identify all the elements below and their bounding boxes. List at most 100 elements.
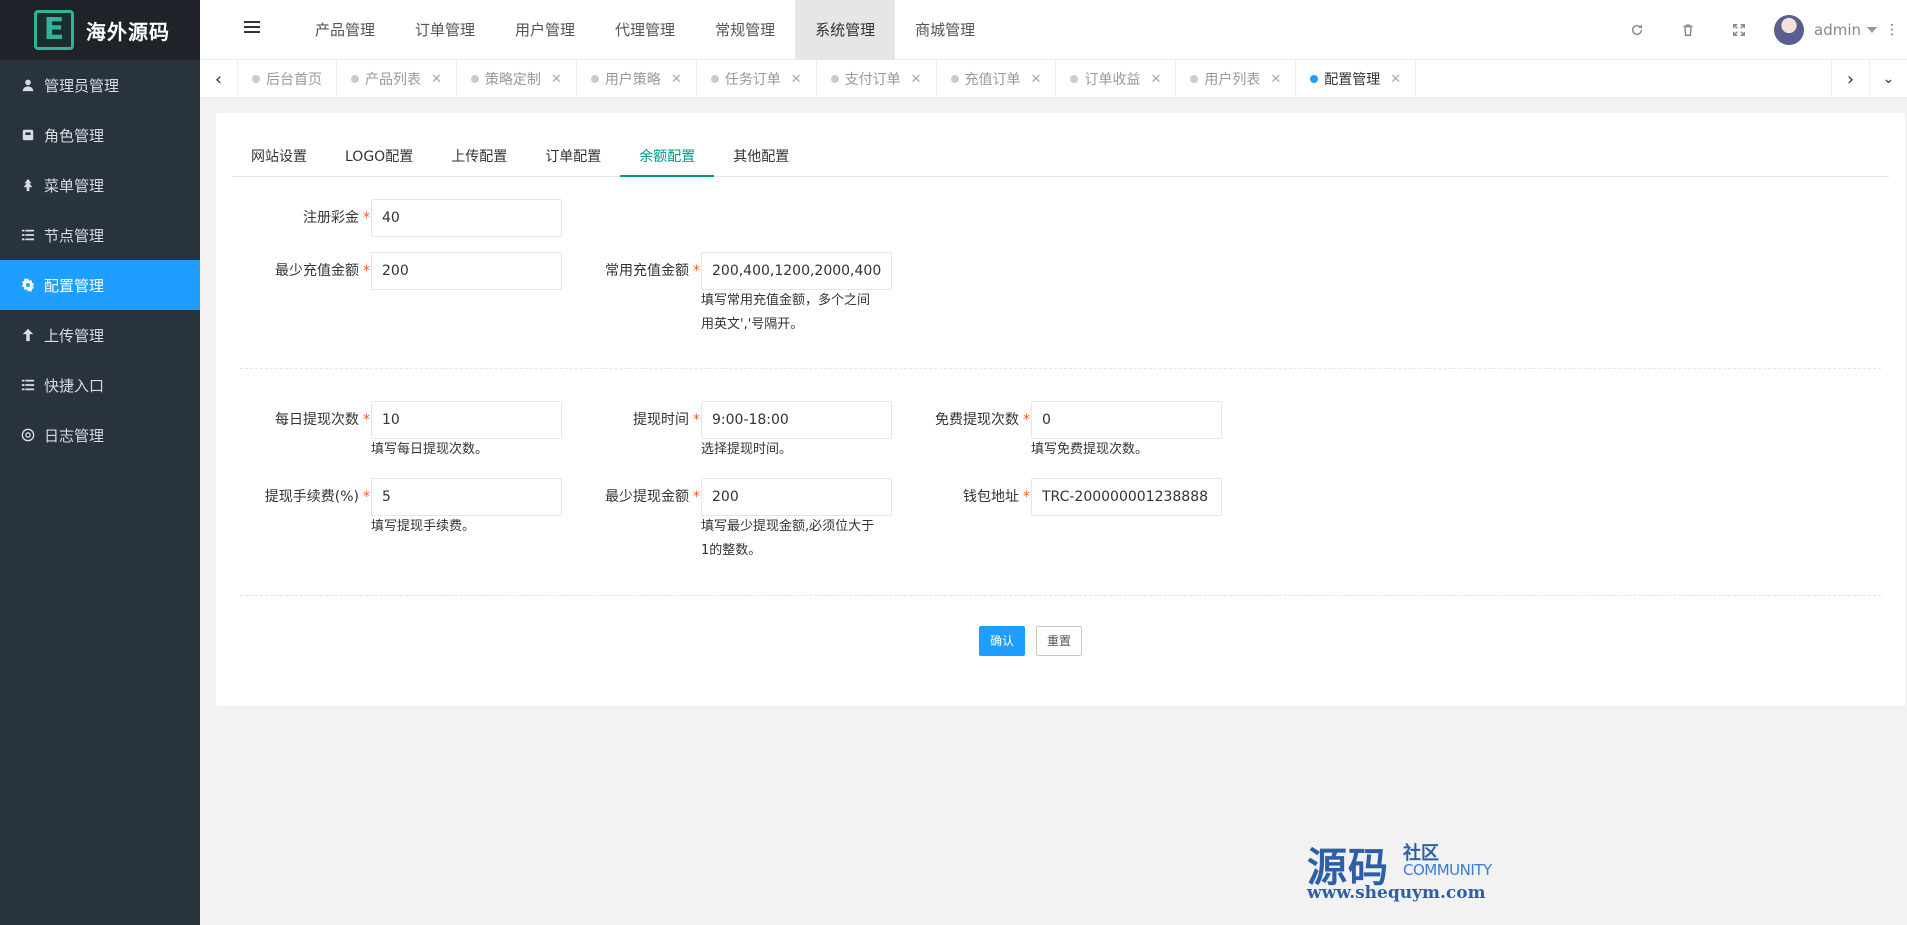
sidebar-item-role[interactable]: 角色管理 bbox=[0, 110, 200, 160]
free-withdraw-label: 免费提现次数 * bbox=[935, 412, 1030, 428]
page-tab[interactable]: 策略定制 ✕ bbox=[457, 60, 577, 97]
common-recharge-input[interactable] bbox=[701, 252, 892, 290]
page-tab-label: 策略定制 bbox=[484, 72, 541, 88]
close-icon[interactable]: ✕ bbox=[911, 72, 922, 87]
close-icon[interactable]: ✕ bbox=[1031, 72, 1042, 87]
page-tabs-bar: ‹ 后台首页 产品列表 ✕ 策略定制 ✕ 用户策略 ✕ 任务订单 ✕ 支付订单 ✕ 充值订… bbox=[200, 60, 1907, 98]
sidebar-item-menu[interactable]: 菜单管理 bbox=[0, 160, 200, 210]
close-icon[interactable]: ✕ bbox=[1270, 72, 1281, 87]
tab-dot-icon bbox=[590, 75, 599, 83]
tab-site-settings[interactable]: 网站设置 bbox=[232, 137, 326, 177]
tab-dot-icon bbox=[351, 75, 359, 83]
logo-mark: E bbox=[34, 10, 74, 50]
register-bonus-input[interactable] bbox=[371, 199, 562, 237]
close-icon[interactable]: ✕ bbox=[791, 72, 802, 87]
page-tab-label: 订单收益 bbox=[1084, 72, 1141, 88]
config-card: 网站设置 LOGO配置 上传配置 订单配置 余额配置 其他配置 注册彩金* 最少… bbox=[216, 113, 1905, 706]
page-tab[interactable]: 用户列表 ✕ bbox=[1176, 60, 1297, 97]
sidebar-menu: 管理员管理 角色管理 菜单管理 节点管理 配置管理 上传管理 快捷入口 日志管理 bbox=[0, 60, 200, 460]
top-nav: 产品管理 订单管理 用户管理 代理管理 常规管理 系统管理 商城管理 bbox=[295, 0, 995, 60]
gear-icon bbox=[20, 277, 36, 293]
tabs-menu-chevron-icon[interactable]: ⌄ bbox=[1869, 60, 1907, 97]
min-withdraw-label: 最少提现金额 * bbox=[605, 489, 700, 505]
tab-dot-icon bbox=[1310, 75, 1319, 83]
close-icon[interactable]: ✕ bbox=[551, 72, 562, 87]
fullscreen-icon[interactable] bbox=[1713, 0, 1764, 60]
topnav-item-order[interactable]: 订单管理 bbox=[395, 0, 495, 60]
close-icon[interactable]: ✕ bbox=[1150, 72, 1161, 87]
logo-text: 海外源码 bbox=[86, 19, 170, 44]
topnav-item-agent[interactable]: 代理管理 bbox=[595, 0, 695, 60]
close-icon[interactable]: ✕ bbox=[431, 72, 442, 87]
refresh-icon[interactable] bbox=[1611, 0, 1662, 60]
avatar[interactable] bbox=[1774, 15, 1804, 45]
sidebar-item-upload[interactable]: 上传管理 bbox=[0, 310, 200, 360]
close-icon[interactable]: ✕ bbox=[1390, 72, 1401, 87]
withdraw-fee-tip: 填写提现手续费。 bbox=[371, 519, 476, 534]
page-tabs: 后台首页 产品列表 ✕ 策略定制 ✕ 用户策略 ✕ 任务订单 ✕ 支付订单 ✕ 充值订单 ✕… bbox=[238, 60, 1831, 97]
page-tab-active[interactable]: 配置管理 ✕ bbox=[1296, 60, 1417, 97]
close-icon[interactable]: ✕ bbox=[671, 72, 682, 87]
register-bonus-label: 注册彩金 * bbox=[303, 210, 370, 226]
page-tab[interactable]: 订单收益 ✕ bbox=[1056, 60, 1177, 97]
tabs-next-icon[interactable]: › bbox=[1831, 60, 1869, 98]
page-tab-label: 支付订单 bbox=[844, 72, 901, 88]
tab-other-config[interactable]: 其他配置 bbox=[714, 137, 808, 177]
withdraw-time-tip: 选择提现时间。 bbox=[701, 442, 793, 457]
user-icon bbox=[20, 77, 36, 93]
page-tab[interactable]: 充值订单 ✕ bbox=[937, 60, 1057, 97]
tab-dot-icon bbox=[1190, 75, 1199, 83]
section-divider bbox=[240, 368, 1881, 369]
sidebar-item-label: 配置管理 bbox=[44, 276, 105, 295]
tab-balance-config[interactable]: 余额配置 bbox=[620, 137, 715, 177]
role-icon bbox=[20, 127, 36, 143]
logo[interactable]: E 海外源码 bbox=[0, 0, 200, 60]
top-header: 产品管理 订单管理 用户管理 代理管理 常规管理 系统管理 商城管理 admin… bbox=[200, 0, 1907, 60]
page-tab[interactable]: 用户策略 ✕ bbox=[577, 60, 697, 97]
topnav-item-mall[interactable]: 商城管理 bbox=[895, 0, 995, 60]
sidebar-item-label: 上传管理 bbox=[44, 326, 105, 345]
tabs-prev-icon[interactable]: ‹ bbox=[200, 60, 238, 98]
page-tab[interactable]: 产品列表 ✕ bbox=[337, 60, 457, 97]
confirm-button[interactable]: 确认 bbox=[979, 626, 1026, 656]
chevron-down-icon[interactable] bbox=[1867, 27, 1877, 33]
watermark-logo: 源码 社区 COMMUNITY www.shequym.com bbox=[1307, 835, 1507, 915]
page-tab-label: 配置管理 bbox=[1324, 72, 1381, 88]
sidebar-item-label: 菜单管理 bbox=[44, 176, 105, 195]
page-tab[interactable]: 后台首页 bbox=[238, 60, 337, 97]
wallet-address-input[interactable] bbox=[1031, 478, 1222, 516]
trash-icon[interactable] bbox=[1662, 0, 1713, 60]
tab-order-config[interactable]: 订单配置 bbox=[526, 137, 620, 177]
daily-withdraw-tip: 填写每日提现次数。 bbox=[371, 442, 489, 457]
topnav-item-product[interactable]: 产品管理 bbox=[295, 0, 395, 60]
reset-button[interactable]: 重置 bbox=[1036, 626, 1083, 656]
daily-withdraw-label: 每日提现次数 * bbox=[275, 412, 370, 428]
free-withdraw-input[interactable] bbox=[1031, 401, 1222, 439]
topnav-item-system[interactable]: 系统管理 bbox=[795, 0, 896, 60]
topnav-item-general[interactable]: 常规管理 bbox=[695, 0, 795, 60]
page-tab-label: 充值订单 bbox=[964, 72, 1021, 88]
more-vertical-icon[interactable]: ⋮ bbox=[1877, 22, 1907, 38]
min-withdraw-tip: 填写最少提现金额,必须位大于 1的整数。 bbox=[701, 519, 875, 558]
sidebar-item-log[interactable]: 日志管理 bbox=[0, 410, 200, 460]
tree-icon bbox=[20, 177, 36, 193]
username[interactable]: admin bbox=[1814, 21, 1861, 39]
sidebar-item-node[interactable]: 节点管理 bbox=[0, 210, 200, 260]
page-tab[interactable]: 支付订单 ✕ bbox=[817, 60, 937, 97]
page-tab-label: 用户列表 bbox=[1204, 72, 1261, 88]
page-tab-label: 产品列表 bbox=[365, 72, 421, 88]
tab-upload-config[interactable]: 上传配置 bbox=[432, 137, 526, 177]
tab-logo-config[interactable]: LOGO配置 bbox=[326, 137, 432, 177]
list-icon bbox=[20, 227, 36, 243]
menu-toggle-icon[interactable] bbox=[244, 21, 260, 37]
sidebar-item-label: 节点管理 bbox=[44, 226, 105, 245]
topnav-item-user[interactable]: 用户管理 bbox=[495, 0, 595, 60]
sidebar-item-shortcut[interactable]: 快捷入口 bbox=[0, 360, 200, 410]
withdraw-fee-label: 提现手续费(%) * bbox=[264, 489, 370, 505]
sidebar-item-label: 管理员管理 bbox=[44, 76, 120, 95]
page-tab[interactable]: 任务订单 ✕ bbox=[697, 60, 817, 97]
min-recharge-label: 最少充值金额 * bbox=[275, 263, 370, 279]
wallet-address-label: 钱包地址 * bbox=[963, 489, 1030, 505]
sidebar-item-admin[interactable]: 管理员管理 bbox=[0, 60, 200, 110]
sidebar-item-config[interactable]: 配置管理 bbox=[0, 260, 200, 310]
